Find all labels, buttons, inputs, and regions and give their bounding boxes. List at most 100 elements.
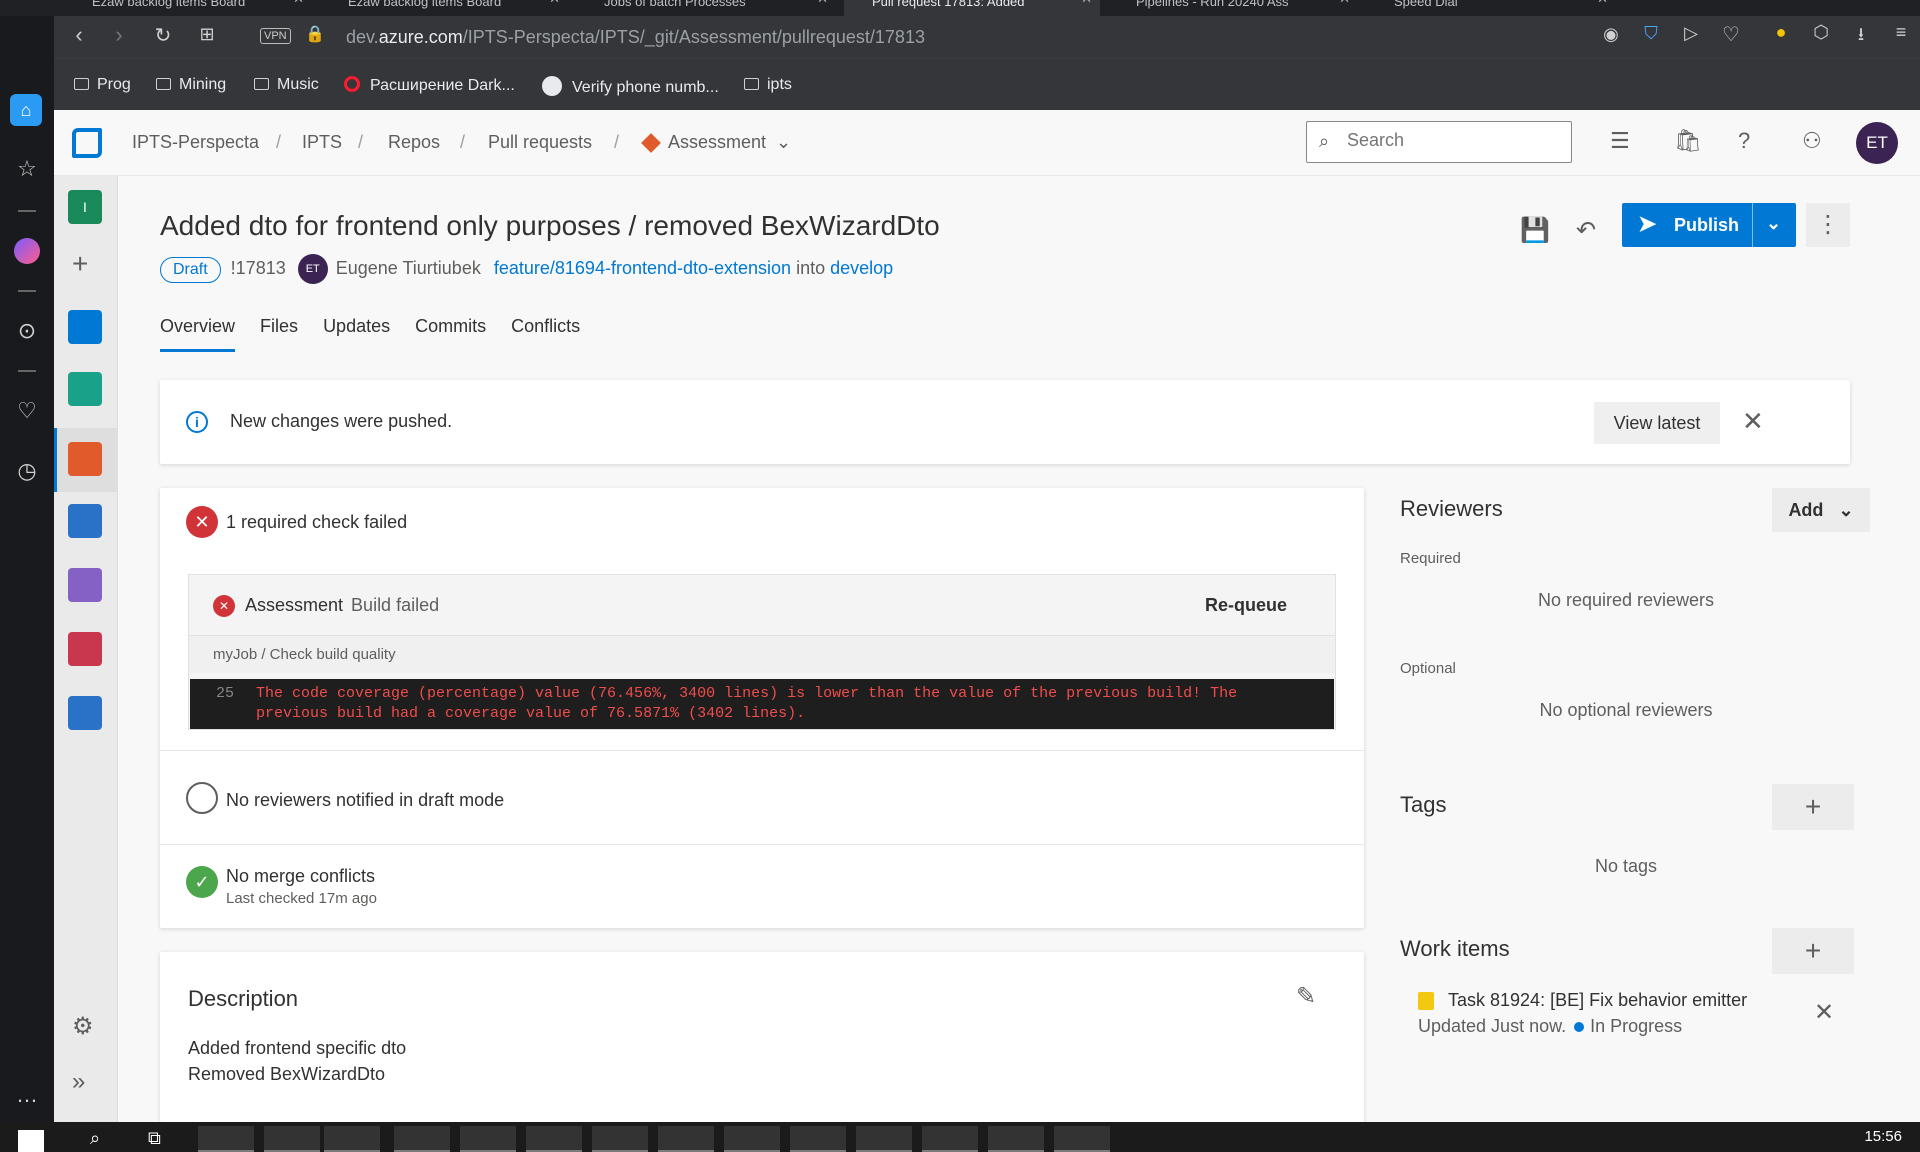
home-icon[interactable]: ⌂ <box>10 94 42 126</box>
lock-icon[interactable]: 🔒 <box>300 24 330 44</box>
tab-commits[interactable]: Commits <box>415 316 486 349</box>
save-icon[interactable]: 💾 <box>1520 216 1550 245</box>
target-branch-link[interactable]: develop <box>830 258 893 278</box>
forward-icon[interactable]: › <box>104 22 134 48</box>
close-icon[interactable]: ✕ <box>293 0 304 5</box>
azure-devops-logo-icon[interactable] <box>72 128 102 158</box>
taskbar-app[interactable] <box>592 1126 648 1152</box>
back-icon[interactable]: ‹ <box>64 22 94 48</box>
test-flask-icon[interactable] <box>68 568 102 602</box>
search-input[interactable] <box>1347 130 1557 151</box>
chevron-down-icon[interactable]: ⌄ <box>776 132 791 153</box>
close-icon[interactable]: ✕ <box>1814 998 1834 1027</box>
close-icon[interactable]: ✕ <box>1339 0 1350 5</box>
reload-icon[interactable]: ↻ <box>148 23 178 48</box>
heart-icon[interactable]: ♡ <box>12 398 42 424</box>
breadcrumb-project[interactable]: IPTS <box>302 132 342 153</box>
taskbar-app[interactable] <box>1054 1126 1110 1152</box>
taskbar-app[interactable] <box>264 1126 320 1152</box>
taskbar-app[interactable] <box>856 1126 912 1152</box>
artifacts-icon[interactable] <box>68 632 102 666</box>
send-icon[interactable]: ▷ <box>1676 23 1706 44</box>
taskbar-app[interactable] <box>922 1126 978 1152</box>
user-settings-icon[interactable]: ⚇ <box>1802 128 1822 154</box>
camera-icon[interactable]: ◉ <box>1596 24 1626 45</box>
view-latest-button[interactable]: View latest <box>1594 402 1720 444</box>
taskbar-app[interactable] <box>394 1126 450 1152</box>
more-options-button[interactable]: ⋮ <box>1806 203 1850 247</box>
close-icon[interactable]: ✕ <box>1742 406 1764 437</box>
expand-icon[interactable]: » <box>72 1068 85 1096</box>
tabs-grid-icon[interactable]: ⊞ <box>192 24 222 45</box>
build-name[interactable]: Assessment <box>245 595 343 615</box>
task-view-icon[interactable]: ⧉ <box>148 1128 161 1149</box>
player-icon[interactable]: ⊙ <box>12 318 42 344</box>
help-icon[interactable]: ? <box>1738 128 1750 154</box>
taskbar-app[interactable] <box>324 1126 380 1152</box>
url-field[interactable]: dev.azure.com/IPTS-Perspecta/IPTS/_git/A… <box>346 27 925 48</box>
clock[interactable]: 15:56 <box>1864 1128 1902 1145</box>
more-icon[interactable]: … <box>12 1082 42 1108</box>
shopping-bag-icon[interactable]: 🛍 <box>1674 128 1702 154</box>
browser-tab-active[interactable]: Pull request 17813: Added✕ <box>844 0 1100 16</box>
taskbar-app[interactable] <box>198 1126 254 1152</box>
browser-tab[interactable]: Jobs of batch Processes✕ <box>576 0 836 16</box>
analytics-icon[interactable] <box>68 696 102 730</box>
boards-icon[interactable] <box>68 310 102 344</box>
chevron-down-icon[interactable]: ⌄ <box>1766 213 1781 234</box>
breadcrumb-organization[interactable]: IPTS-Perspecta <box>132 132 259 153</box>
undo-icon[interactable]: ↶ <box>1576 216 1596 245</box>
taskbar-app[interactable] <box>790 1126 846 1152</box>
add-icon[interactable]: + <box>72 248 88 280</box>
gear-icon[interactable]: ⚙ <box>72 1012 94 1041</box>
messenger-icon[interactable] <box>14 238 40 264</box>
taskbar-app[interactable] <box>658 1126 714 1152</box>
publish-button[interactable]: ➤ Publish ⌄ <box>1622 203 1796 247</box>
project-icon[interactable]: I <box>68 190 102 224</box>
download-icon[interactable]: ⭳ <box>1846 22 1876 52</box>
bulb-icon[interactable]: ● <box>1766 22 1796 43</box>
source-branch-link[interactable]: feature/81694-frontend-dto-extension <box>494 258 791 278</box>
bookmark-mining[interactable]: Mining <box>156 76 226 94</box>
tab-updates[interactable]: Updates <box>323 316 390 349</box>
tab-conflicts[interactable]: Conflicts <box>511 316 580 349</box>
repos-icon[interactable] <box>68 442 102 476</box>
requeue-button[interactable]: Re-queue <box>1205 595 1287 616</box>
browser-tab[interactable]: Ezaw backlog items Board✕ <box>64 0 312 16</box>
taskbar-app[interactable] <box>988 1126 1044 1152</box>
bookmark-prog[interactable]: Prog <box>74 76 131 94</box>
shield-icon[interactable]: ⛉ <box>1636 23 1666 44</box>
close-icon[interactable]: ✕ <box>549 0 560 5</box>
vpn-badge[interactable]: VPN <box>260 28 291 44</box>
close-icon[interactable]: ✕ <box>1081 0 1092 5</box>
cube-icon[interactable]: ⬡ <box>1806 22 1836 43</box>
taskbar-app[interactable] <box>724 1126 780 1152</box>
close-icon[interactable]: ✕ <box>1597 0 1608 5</box>
add-work-item-button[interactable]: + <box>1772 928 1854 974</box>
breadcrumb-pull-requests[interactable]: Pull requests <box>488 132 592 153</box>
taskbar-app[interactable] <box>460 1126 516 1152</box>
bookmark-verify-phone[interactable]: Verify phone numb... <box>542 76 719 97</box>
bookmark-dark-extension[interactable]: Расширение Dark... <box>344 76 515 95</box>
star-icon[interactable]: ☆ <box>12 156 42 182</box>
tab-files[interactable]: Files <box>260 316 298 349</box>
author-avatar[interactable]: ET <box>297 254 328 284</box>
tab-overview[interactable]: Overview <box>160 316 236 352</box>
search-box[interactable]: ⌕ <box>1306 121 1572 163</box>
heart-icon[interactable]: ♡ <box>1716 22 1746 47</box>
browser-tab[interactable]: Speed Dial✕ <box>1366 0 1616 16</box>
edit-pencil-icon[interactable]: ✎ <box>1296 982 1316 1011</box>
windows-start-icon[interactable] <box>18 1130 44 1152</box>
taskbar-app[interactable] <box>526 1126 582 1152</box>
test-plans-icon[interactable] <box>68 372 102 406</box>
browser-tab[interactable]: Ezaw backlog items Board✕ <box>320 0 568 16</box>
list-icon[interactable]: ☰ <box>1610 128 1630 154</box>
bookmark-music[interactable]: Music <box>254 76 319 94</box>
close-icon[interactable]: ✕ <box>817 0 828 5</box>
history-icon[interactable]: ◷ <box>12 458 42 484</box>
job-step[interactable]: myJob / Check build quality <box>189 635 1335 673</box>
search-icon[interactable]: ⌕ <box>90 1128 100 1149</box>
breadcrumb-repo-assessment[interactable]: Assessment <box>668 132 766 153</box>
avatar[interactable]: ET <box>1856 122 1898 164</box>
author-name[interactable]: Eugene Tiurtiubek <box>336 258 481 278</box>
